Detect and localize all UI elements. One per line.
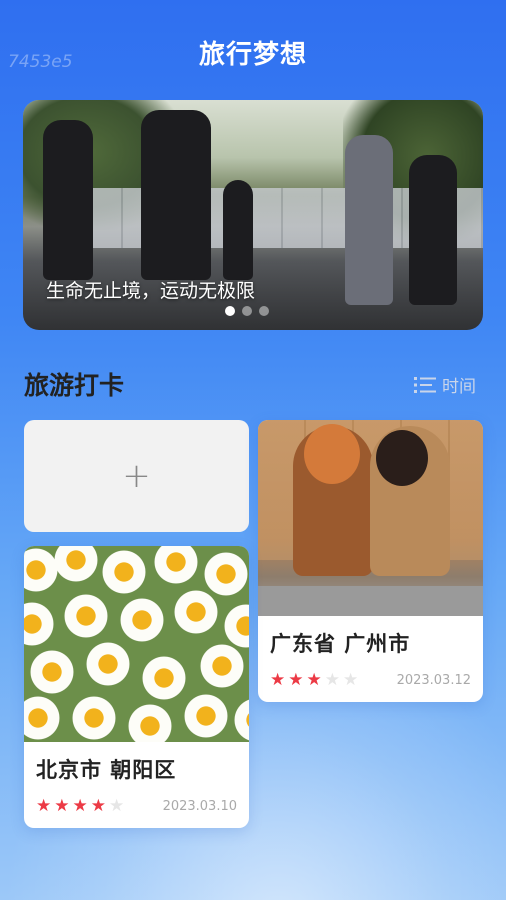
daisy-flower <box>86 642 130 686</box>
banner-photo-runner <box>409 155 457 305</box>
daisy-flower <box>204 552 248 596</box>
daisy-flower <box>64 594 108 638</box>
carousel-dot[interactable] <box>259 306 269 316</box>
star-icon: ★ <box>343 670 359 690</box>
star-icon: ★ <box>72 796 88 816</box>
checkin-card[interactable]: 广东省 广州市 ★ ★ ★ ★ ★ 2023.03.12 <box>258 420 483 702</box>
daisy-flower <box>184 694 228 738</box>
checkin-date: 2023.03.12 <box>396 673 471 688</box>
star-icon: ★ <box>270 670 286 690</box>
plus-icon: + <box>122 456 151 496</box>
star-icon: ★ <box>109 796 125 816</box>
banner-photo-runner <box>345 135 393 305</box>
daisy-flower <box>72 696 116 740</box>
rating-stars: ★ ★ ★ ★ ★ <box>270 672 358 689</box>
checkin-photo <box>24 546 249 742</box>
daisy-flower <box>30 650 74 694</box>
star-icon: ★ <box>54 796 70 816</box>
checkin-date: 2023.03.10 <box>162 799 237 814</box>
daisy-flower <box>120 598 164 642</box>
checkin-photo <box>258 420 483 616</box>
carousel-dot[interactable] <box>225 306 235 316</box>
carousel-dot[interactable] <box>242 306 252 316</box>
daisy-flower <box>142 656 186 700</box>
sort-by-time-button[interactable]: 时间 <box>414 372 476 397</box>
rating-stars: ★ ★ ★ ★ ★ <box>36 798 124 815</box>
section-title: 旅游打卡 <box>24 371 125 400</box>
list-icon <box>414 376 436 393</box>
checkin-card[interactable]: 北京市 朝阳区 ★ ★ ★ ★ ★ 2023.03.10 <box>24 546 249 828</box>
banner-carousel[interactable]: 生命无止境，运动无极限 <box>23 100 483 330</box>
daisy-flower <box>24 602 54 646</box>
banner-photo-runner <box>141 110 211 280</box>
daisy-flower <box>234 698 249 742</box>
banner-photo-runner <box>43 120 93 280</box>
star-icon: ★ <box>90 796 106 816</box>
page-title: 旅行梦想 <box>198 40 307 70</box>
checkin-location: 广东省 广州市 <box>270 632 411 656</box>
star-icon: ★ <box>306 670 322 690</box>
sort-label: 时间 <box>442 377 476 397</box>
star-icon: ★ <box>288 670 304 690</box>
carousel-indicator <box>225 306 269 316</box>
daisy-flower <box>154 546 198 584</box>
daisy-flower <box>24 548 58 592</box>
banner-photo-runner <box>223 180 253 280</box>
star-icon: ★ <box>324 670 340 690</box>
add-checkin-button[interactable]: + <box>24 420 249 532</box>
daisy-flower <box>200 644 244 688</box>
checkin-location: 北京市 朝阳区 <box>36 758 177 782</box>
daisy-flower <box>102 550 146 594</box>
daisy-flower <box>24 696 60 740</box>
daisy-flower <box>128 704 172 742</box>
star-icon: ★ <box>36 796 52 816</box>
banner-caption: 生命无止境，运动无极限 <box>46 280 256 302</box>
daisy-flower <box>174 590 218 634</box>
daisy-flower <box>224 604 249 648</box>
daisy-flower <box>54 546 98 582</box>
